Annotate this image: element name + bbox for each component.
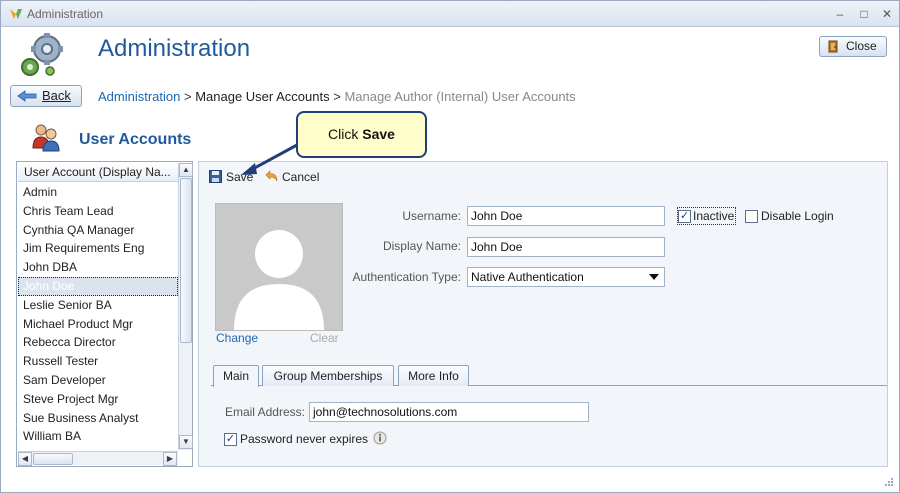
breadcrumb-manage-user-accounts[interactable]: Manage User Accounts [195, 89, 329, 104]
callout-bold-text: Save [362, 126, 395, 142]
breadcrumb-separator: > [329, 89, 345, 104]
app-logo-icon [10, 9, 22, 19]
users-icon [32, 124, 60, 152]
scroll-right-icon[interactable]: ▶ [163, 452, 177, 466]
user-accounts-list: User Account (Display Na... Admin Chris … [16, 161, 193, 467]
auth-type-select[interactable]: Native Authentication [467, 267, 665, 287]
tab-main[interactable]: Main [213, 365, 259, 387]
inactive-label: Inactive [693, 209, 735, 223]
scroll-left-icon[interactable]: ◀ [18, 452, 32, 466]
password-never-expires-checkbox[interactable]: ✓ [224, 433, 237, 446]
username-label: Username: [402, 209, 461, 223]
scroll-up-icon[interactable]: ▲ [179, 163, 193, 177]
window-title: Administration [27, 7, 104, 21]
avatar-silhouette-icon [234, 230, 324, 330]
display-name-field[interactable]: John Doe [467, 237, 665, 257]
clear-photo-link: Clear [310, 331, 339, 345]
exit-door-icon [828, 40, 838, 53]
disable-login-checkbox[interactable] [745, 210, 758, 223]
inactive-checkbox[interactable]: ✓ [678, 210, 691, 223]
password-never-expires-label: Password never expires [240, 432, 369, 446]
display-name-label: Display Name: [382, 239, 461, 253]
tab-more-info[interactable]: More Info [398, 365, 469, 386]
instruction-callout: Click Save [296, 111, 427, 158]
breadcrumb: Administration > Manage User Accounts > … [98, 89, 576, 104]
scroll-down-icon[interactable]: ▼ [179, 435, 193, 449]
back-button-label: Back [42, 88, 71, 103]
info-icon[interactable] [373, 431, 387, 445]
maximize-icon[interactable]: □ [855, 5, 873, 23]
back-arrow-icon [17, 90, 37, 102]
list-item[interactable]: John DBA [18, 258, 178, 277]
list-item[interactable]: Sam Developer [18, 371, 178, 390]
disable-login-label: Disable Login [761, 209, 834, 223]
floppy-disk-icon [209, 170, 222, 183]
list-item[interactable]: Admin [18, 183, 178, 202]
callout-text: Click [328, 126, 363, 142]
scroll-thumb[interactable] [180, 178, 192, 343]
list-item[interactable]: Cynthia QA Manager [18, 221, 178, 240]
email-field[interactable]: john@technosolutions.com [309, 402, 589, 422]
auth-type-value: Native Authentication [471, 270, 584, 284]
list-item[interactable]: Chris Team Lead [18, 202, 178, 221]
page-title: Administration [98, 35, 251, 62]
username-field[interactable]: John Doe [467, 206, 665, 226]
gears-icon [21, 33, 63, 76]
window-close-icon[interactable]: ✕ [878, 5, 896, 23]
list-column-header[interactable]: User Account (Display Na... [18, 163, 178, 182]
list-item[interactable]: Leslie Senior BA [18, 296, 178, 315]
change-photo-link[interactable]: Change [216, 331, 258, 345]
list-item[interactable]: Sue Business Analyst [18, 409, 178, 428]
list-item[interactable]: William BA [18, 427, 178, 446]
list-horizontal-scrollbar[interactable]: ◀ ▶ [18, 451, 178, 466]
email-label: Email Address: [224, 405, 305, 419]
list-item[interactable]: Michael Product Mgr [18, 315, 178, 334]
breadcrumb-separator: > [180, 89, 196, 104]
section-title: User Accounts [79, 131, 192, 148]
chevron-down-icon [649, 274, 659, 280]
tab-group-memberships[interactable]: Group Memberships [262, 365, 394, 386]
user-photo-placeholder [215, 203, 343, 331]
minimize-icon[interactable]: – [831, 5, 849, 23]
list-item[interactable]: Russell Tester [18, 352, 178, 371]
list-item[interactable]: Rebecca Director [18, 333, 178, 352]
list-item[interactable]: Steve Project Mgr [18, 390, 178, 409]
breadcrumb-current-page: Manage Author (Internal) User Accounts [344, 89, 576, 104]
close-button-label: Close [846, 39, 877, 53]
user-list-items: Admin Chris Team Lead Cynthia QA Manager… [18, 183, 178, 446]
user-detail-panel: Save Cancel Change Clear Username: John … [198, 161, 888, 467]
list-item[interactable]: Jim Requirements Eng [18, 239, 178, 258]
close-button[interactable]: Close [819, 36, 887, 57]
scroll-thumb-horizontal[interactable] [33, 453, 73, 465]
admin-window: Administration – □ ✕ Administration Clos… [0, 0, 900, 493]
resize-grip-icon[interactable] [883, 476, 893, 486]
back-button[interactable]: Back [10, 85, 82, 107]
title-bar: Administration – □ ✕ [1, 1, 899, 27]
breadcrumb-administration-link[interactable]: Administration [98, 89, 180, 104]
auth-type-label: Authentication Type: [352, 270, 461, 284]
list-item[interactable]: John Doe [18, 276, 178, 296]
